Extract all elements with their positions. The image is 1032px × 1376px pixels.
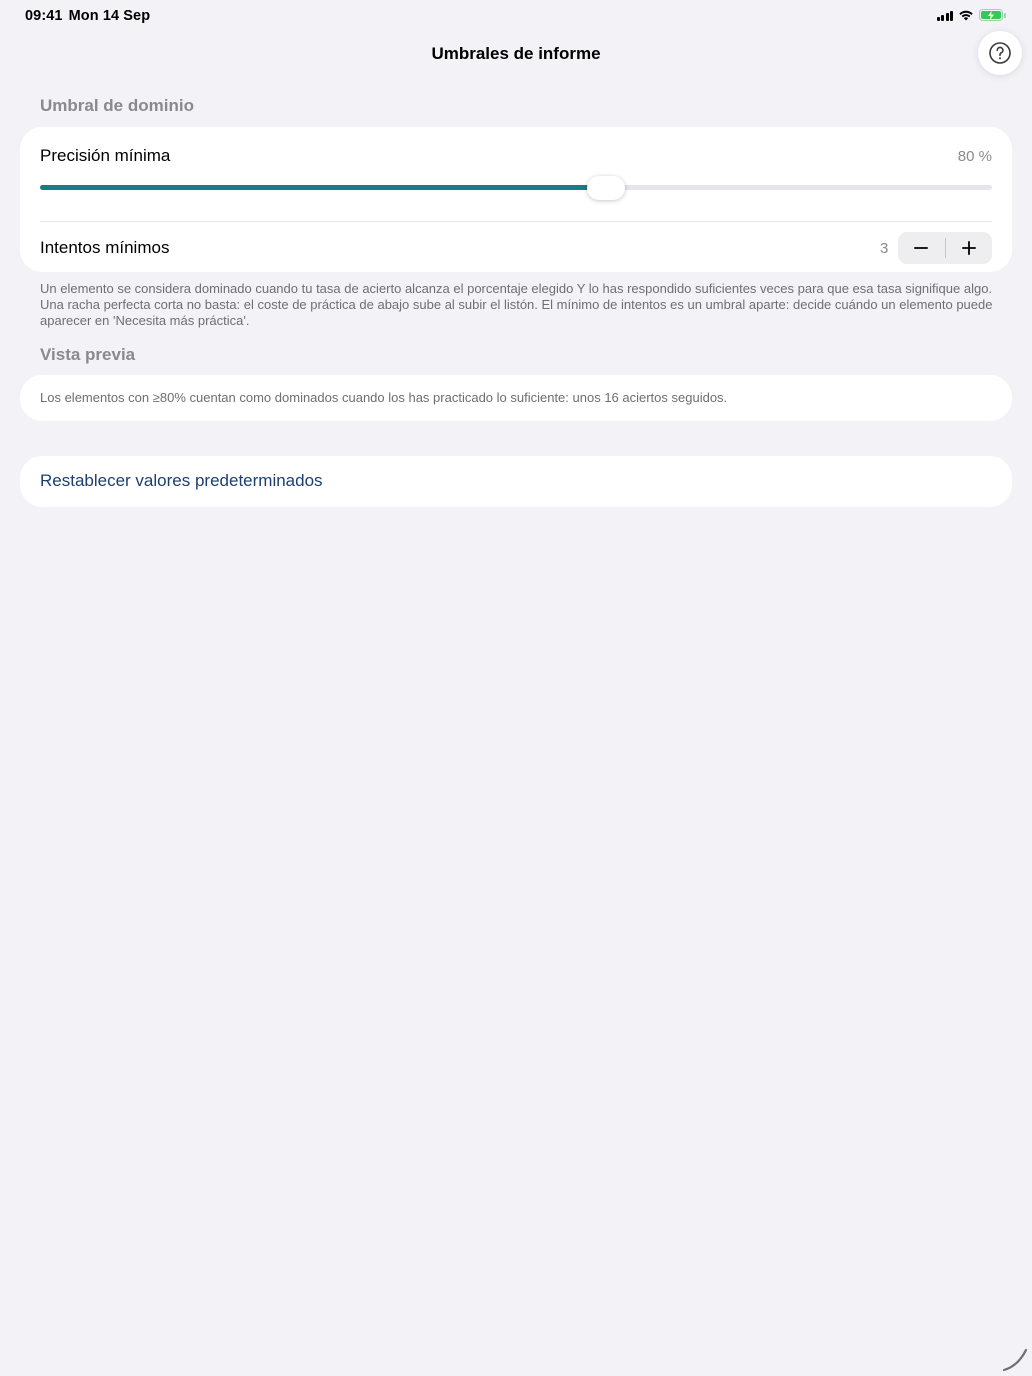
page-title: Umbrales de informe bbox=[431, 44, 601, 63]
mastery-card: Precisión mínima 80 % Intentos mínimos 3 bbox=[20, 127, 1012, 272]
wifi-icon bbox=[959, 10, 973, 21]
attempts-label: Intentos mínimos bbox=[40, 238, 170, 257]
status-date: Mon 14 Sep bbox=[68, 8, 151, 24]
increment-button[interactable] bbox=[945, 232, 992, 264]
divider bbox=[40, 221, 992, 222]
question-circle-icon bbox=[989, 42, 1011, 64]
status-clock: 09:41 bbox=[25, 8, 63, 24]
preview-text: Los elementos con ≥80% cuentan como domi… bbox=[40, 390, 728, 405]
section-header-mastery: Umbral de dominio bbox=[40, 96, 194, 115]
reset-card: Restablecer valores predeterminados bbox=[20, 456, 1012, 507]
attempts-stepper[interactable] bbox=[898, 232, 992, 264]
slider-fill bbox=[40, 185, 607, 190]
status-bar: 09:41 Mon 14 Sep bbox=[0, 0, 1032, 32]
slider-thumb[interactable] bbox=[587, 176, 626, 200]
decrement-button[interactable] bbox=[898, 232, 945, 264]
minus-icon bbox=[914, 247, 929, 249]
corner-gesture-icon bbox=[1002, 1348, 1028, 1372]
accuracy-value: 80 % bbox=[957, 148, 992, 165]
plus-icon bbox=[961, 241, 976, 255]
status-time: 09:41 Mon 14 Sep bbox=[25, 8, 150, 24]
battery-icon bbox=[979, 9, 1006, 21]
cellular-signal-icon bbox=[936, 10, 953, 21]
mastery-footnote: Un elemento se considera dominado cuando… bbox=[40, 281, 993, 328]
accuracy-label: Precisión mínima bbox=[40, 146, 171, 165]
reset-defaults-button[interactable]: Restablecer valores predeterminados bbox=[40, 471, 323, 491]
preview-card: Los elementos con ≥80% cuentan como domi… bbox=[20, 375, 1012, 421]
status-icons bbox=[936, 9, 1006, 21]
accuracy-slider[interactable] bbox=[40, 176, 992, 200]
section-header-preview: Vista previa bbox=[40, 345, 136, 364]
attempts-value: 3 bbox=[880, 240, 889, 257]
help-button[interactable] bbox=[978, 31, 1022, 75]
